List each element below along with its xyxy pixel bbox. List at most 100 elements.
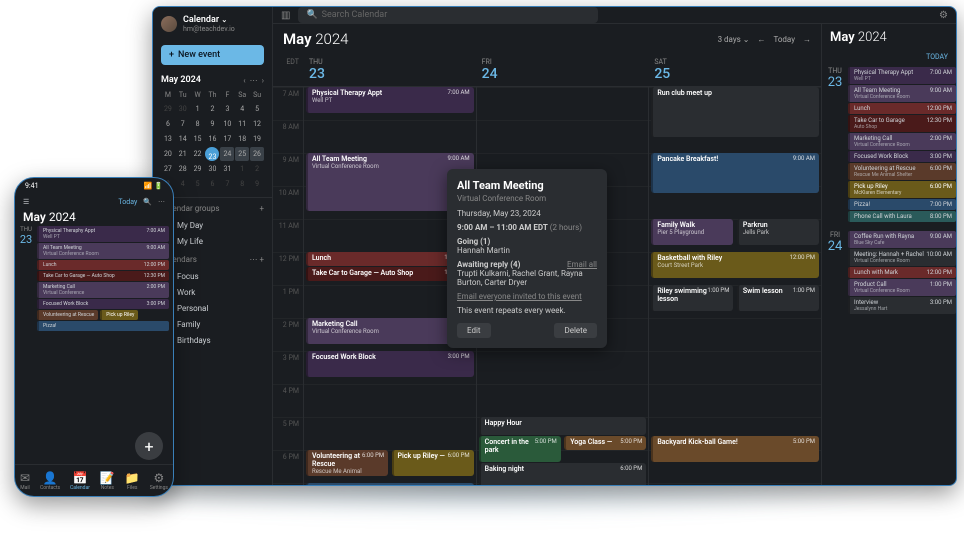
- agenda-event[interactable]: Product CallVirtual Conference Room1:00 …: [848, 279, 956, 296]
- agenda-event[interactable]: Focused Work Block3:00 PM: [848, 151, 956, 162]
- agenda-event[interactable]: Pick up RileyMcKlaren Elementary6:00 PM: [848, 181, 956, 198]
- event[interactable]: 6:00 PMBaking night: [479, 463, 647, 486]
- mini-day[interactable]: 30: [176, 102, 190, 116]
- agenda-event[interactable]: InterviewJessalynn Hart3:00 PM: [848, 297, 956, 314]
- mini-day[interactable]: 29: [161, 102, 175, 116]
- agenda-event[interactable]: Physical Therapy ApptWell PT7:00 AM: [848, 67, 956, 84]
- tab-contacts[interactable]: 👤Contacts: [40, 471, 60, 491]
- event[interactable]: 7:00 AMPhysical Therapy ApptWell PT: [306, 87, 474, 113]
- edit-button[interactable]: Edit: [457, 323, 491, 338]
- mini-day[interactable]: 9: [250, 177, 264, 191]
- mini-day[interactable]: 6: [205, 177, 219, 191]
- panel-icon[interactable]: ▥: [281, 10, 290, 21]
- mini-prev[interactable]: ‹: [243, 76, 245, 85]
- avatar[interactable]: [161, 16, 177, 32]
- event[interactable]: 7:00 PMPizza!: [306, 483, 474, 486]
- calendar-item[interactable]: Work: [161, 284, 264, 300]
- mini-day[interactable]: 4: [176, 177, 190, 191]
- mini-dot[interactable]: ⋯: [250, 76, 258, 85]
- mini-day[interactable]: 17: [220, 132, 234, 146]
- tab-calendar[interactable]: 📅Calendar: [70, 471, 90, 491]
- calendar-item[interactable]: Birthdays: [161, 332, 264, 348]
- event[interactable]: 5:00 PMYoga Class —: [564, 436, 646, 450]
- prev-button[interactable]: ←: [757, 35, 765, 44]
- mini-day[interactable]: 16: [205, 132, 219, 146]
- event[interactable]: 6:00 PMPick up Riley —: [392, 450, 474, 476]
- search-input[interactable]: 🔍Search Calendar: [298, 7, 598, 23]
- calendar-item[interactable]: Focus: [161, 268, 264, 284]
- tab-notes[interactable]: 📝Notes: [100, 471, 115, 491]
- mini-day[interactable]: 1: [235, 162, 249, 176]
- mobile-today[interactable]: Today: [118, 198, 137, 206]
- mini-day[interactable]: 11: [235, 117, 249, 131]
- agenda-event[interactable]: Phone Call with Laura8:00 PM: [848, 211, 956, 222]
- mobile-event[interactable]: Focused Work Block3:00 PM: [37, 299, 169, 309]
- mini-day[interactable]: 21: [176, 147, 190, 161]
- mini-day[interactable]: 12: [250, 117, 264, 131]
- mini-day[interactable]: 19: [250, 132, 264, 146]
- agenda-event[interactable]: Coffee Run with RaynaBlue Sky Cafe9:00 A…: [848, 231, 956, 248]
- mini-day[interactable]: 7: [220, 177, 234, 191]
- event[interactable]: 1:00 PMRiley swimming lesson: [651, 285, 733, 311]
- mini-day[interactable]: 5: [191, 177, 205, 191]
- group-item[interactable]: ▦My Life: [161, 233, 264, 249]
- mini-day[interactable]: 14: [176, 132, 190, 146]
- mini-day[interactable]: 4: [235, 102, 249, 116]
- mini-day[interactable]: 24: [220, 147, 234, 161]
- email-all-link[interactable]: Email all: [567, 260, 597, 269]
- mini-day[interactable]: 6: [161, 117, 175, 131]
- mini-day[interactable]: 2: [250, 162, 264, 176]
- mobile-event[interactable]: Take Car to Garage — Auto Shop12:30 PM: [37, 271, 169, 281]
- mobile-event[interactable]: Lunch12:00 PM: [37, 260, 169, 270]
- event[interactable]: 5:00 PMBackyard Kick-ball Game!: [651, 436, 819, 462]
- agenda-event[interactable]: Pizza!7:00 PM: [848, 199, 956, 210]
- agenda-event[interactable]: Take Car to GarageAuto Shop12:30 PM: [848, 115, 956, 132]
- event[interactable]: 12:00 PMBasketball with RileyCourt Stree…: [651, 252, 819, 278]
- event[interactable]: ParkrunJells Park: [737, 219, 819, 245]
- mini-day[interactable]: 26: [250, 147, 264, 161]
- event[interactable]: 9:00 AMPancake Breakfast!: [651, 153, 819, 193]
- mini-day[interactable]: 8: [235, 177, 249, 191]
- event[interactable]: Run club meet up: [651, 87, 819, 137]
- event[interactable]: 3:00 PMFocused Work Block: [306, 351, 474, 377]
- mini-day[interactable]: 15: [191, 132, 205, 146]
- menu-icon[interactable]: ☰: [23, 198, 29, 206]
- agenda-event[interactable]: Marketing CallVirtual Conference Room2:0…: [848, 133, 956, 150]
- mobile-event[interactable]: Marketing CallVirtual Conference2:00 PM: [37, 282, 169, 298]
- agenda-event[interactable]: Lunch12:00 PM: [848, 103, 956, 114]
- email-invite-link[interactable]: Email everyone invited to this event: [457, 292, 597, 301]
- mini-next[interactable]: ›: [262, 76, 264, 85]
- mobile-more-icon[interactable]: ⋯: [158, 198, 165, 206]
- mobile-event[interactable]: Volunteering at Rescue: [37, 310, 98, 320]
- mobile-event[interactable]: Pick up Riley: [100, 310, 138, 320]
- mini-day[interactable]: 20: [161, 147, 175, 161]
- mini-day[interactable]: 27: [161, 162, 175, 176]
- agenda-event[interactable]: Lunch with Mark12:00 PM: [848, 267, 956, 278]
- tab-mail[interactable]: ✉Mail: [20, 471, 30, 491]
- mini-day[interactable]: 10: [220, 117, 234, 131]
- event[interactable]: Happy Hour: [479, 417, 647, 435]
- tab-settings[interactable]: ⚙Settings: [150, 471, 168, 491]
- new-event-button[interactable]: +New event: [161, 45, 264, 65]
- more-cals-icon[interactable]: ⋯: [249, 255, 257, 264]
- agenda-event[interactable]: All Team MeetingVirtual Conference Room9…: [848, 85, 956, 102]
- mini-day[interactable]: 3: [220, 102, 234, 116]
- gear-icon[interactable]: ⚙: [939, 10, 948, 21]
- group-item[interactable]: ▦My Day: [161, 217, 264, 233]
- range-select[interactable]: 3 days ⌄: [718, 35, 750, 44]
- mini-day[interactable]: 8: [191, 117, 205, 131]
- add-group-icon[interactable]: +: [259, 204, 264, 213]
- next-button[interactable]: →: [803, 35, 811, 44]
- event[interactable]: 1:00 PMSwim lesson: [737, 285, 819, 311]
- mini-day[interactable]: 25: [235, 147, 249, 161]
- fab-add[interactable]: +: [135, 432, 163, 460]
- delete-button[interactable]: Delete: [554, 323, 597, 338]
- calendar-item[interactable]: Family: [161, 316, 264, 332]
- mini-day[interactable]: 30: [205, 162, 219, 176]
- mini-day[interactable]: 7: [176, 117, 190, 131]
- event[interactable]: 5:00 PMConcert in the park: [479, 436, 561, 462]
- mobile-event[interactable]: Physical Theraphy ApptWell PT7:00 AM: [37, 226, 169, 242]
- mini-day[interactable]: 2: [205, 102, 219, 116]
- mini-day[interactable]: 23: [205, 147, 219, 161]
- today-button[interactable]: Today: [773, 35, 795, 44]
